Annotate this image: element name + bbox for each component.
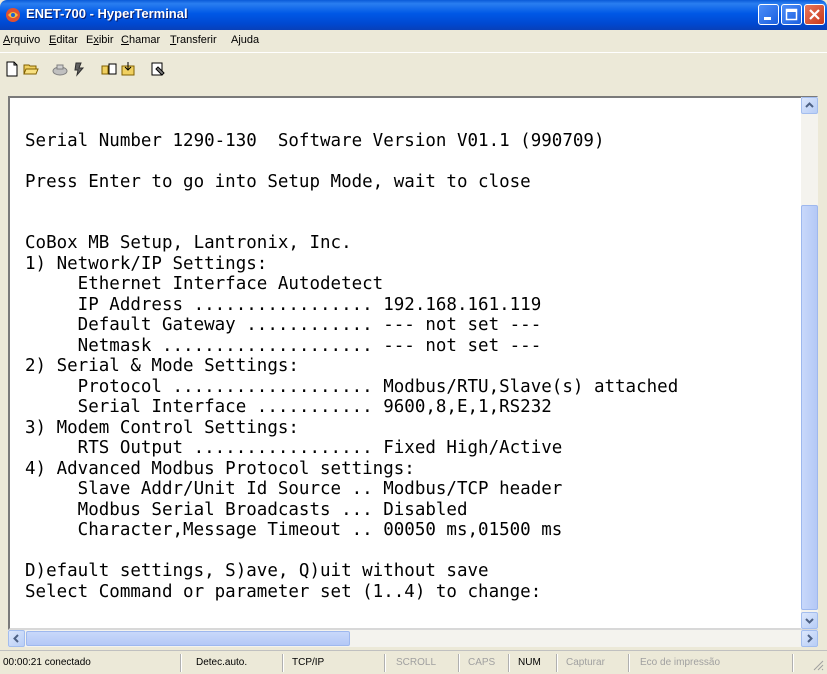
- close-icon: [809, 9, 820, 20]
- scroll-down-button[interactable]: [801, 612, 818, 629]
- menu-label-rest: rquivo: [10, 34, 41, 46]
- status-protocol: TCP/IP: [292, 657, 325, 668]
- open-folder-icon[interactable]: [23, 61, 39, 77]
- menu-transferir[interactable]: Transferir: [170, 34, 217, 46]
- status-divider: [556, 654, 558, 672]
- terminal-line: CoBox MB Setup, Lantronix, Inc.: [25, 233, 352, 253]
- status-divider: [792, 654, 794, 672]
- status-bar: 00:00:21 conectado Detec.auto. TCP/IP SC…: [0, 650, 827, 674]
- terminal-line: Ethernet Interface Autodetect: [25, 274, 384, 294]
- terminal-line: Serial Interface ........... 9600,8,E,1,…: [25, 397, 552, 417]
- scroll-left-button[interactable]: [8, 630, 25, 647]
- terminal-line: RTS Output ................. Fixed High/…: [25, 438, 563, 458]
- new-file-icon[interactable]: [4, 61, 20, 77]
- scroll-up-button[interactable]: [801, 97, 818, 114]
- terminal-line: Protocol ................... Modbus/RTU,…: [25, 376, 679, 397]
- status-num: NUM: [518, 657, 541, 668]
- title-bar[interactable]: ENET-700 - HyperTerminal: [0, 0, 827, 30]
- status-caps: CAPS: [468, 657, 496, 668]
- disconnect-icon[interactable]: [72, 61, 88, 77]
- terminal-line: Press Enter to go into Setup Mode, wait …: [25, 171, 531, 192]
- menu-label-rest: ditar: [56, 34, 78, 46]
- menu-editar[interactable]: Editar: [49, 34, 78, 46]
- menu-exibir[interactable]: Exibir: [86, 34, 114, 46]
- resize-grip-icon[interactable]: [812, 659, 824, 671]
- maximize-button[interactable]: [781, 4, 802, 25]
- terminal-line: 4) Advanced Modbus Protocol settings:: [25, 458, 415, 479]
- menu-ajuda[interactable]: Ajuda: [231, 34, 259, 46]
- minimize-icon: [764, 17, 771, 20]
- close-button[interactable]: [804, 4, 825, 25]
- terminal-line: Select Command or parameter set (1..4) t…: [25, 581, 542, 602]
- terminal-line: 3) Modem Control Settings:: [25, 417, 299, 438]
- properties-icon[interactable]: [150, 61, 166, 77]
- terminal-line: Character,Message Timeout .. 00050 ms,01…: [25, 520, 563, 540]
- scroll-right-button[interactable]: [801, 630, 818, 647]
- terminal-line: Slave Addr/Unit Id Source .. Modbus/TCP …: [25, 479, 563, 499]
- status-divider: [384, 654, 386, 672]
- status-connection: 00:00:21 conectado: [3, 657, 91, 668]
- horizontal-scroll-thumb[interactable]: [26, 631, 350, 646]
- vertical-scroll-thumb[interactable]: [801, 205, 818, 610]
- status-divider: [180, 654, 182, 672]
- menu-label-rest: ransferir: [176, 34, 217, 46]
- status-capture: Capturar: [566, 657, 605, 668]
- status-echo: Eco de impressão: [640, 657, 721, 668]
- status-divider: [458, 654, 460, 672]
- chevron-right-icon: [807, 634, 813, 643]
- menu-arquivo[interactable]: Arquivo: [3, 34, 40, 46]
- chevron-down-icon: [805, 618, 814, 624]
- menu-bar: Arquivo Editar Exibir Chamar Transferir …: [0, 30, 827, 52]
- send-icon[interactable]: [101, 61, 117, 77]
- terminal-line: 1) Network/IP Settings:: [25, 253, 268, 274]
- status-divider: [628, 654, 630, 672]
- terminal-line: D)efault settings, S)ave, Q)uit without …: [25, 561, 489, 581]
- status-detect: Detec.auto.: [196, 657, 248, 668]
- window-title: ENET-700 - HyperTerminal: [26, 6, 188, 21]
- receive-icon[interactable]: [120, 61, 136, 77]
- chevron-up-icon: [805, 102, 814, 108]
- terminal-line: Default Gateway ............ --- not set…: [25, 315, 542, 335]
- terminal-line: Modbus Serial Broadcasts ... Disabled: [25, 499, 468, 520]
- phone-connect-icon[interactable]: [52, 61, 68, 77]
- menu-label-rest: hamar: [128, 34, 161, 46]
- terminal-output: Serial Number 1290-130 Software Version …: [25, 110, 805, 602]
- chevron-left-icon: [13, 634, 19, 643]
- menu-chamar[interactable]: Chamar: [121, 34, 160, 46]
- terminal-line: IP Address ................. 192.168.161…: [25, 294, 542, 315]
- maximize-icon: [785, 8, 798, 21]
- status-scroll: SCROLL: [396, 657, 437, 668]
- status-divider: [508, 654, 510, 672]
- minimize-button[interactable]: [758, 4, 779, 25]
- status-divider: [282, 654, 284, 672]
- menu-label-rest: uda: [240, 34, 260, 46]
- menu-label-rest: ibir: [98, 34, 114, 46]
- toolbar: [0, 52, 827, 85]
- terminal-line: Netmask .................... --- not set…: [25, 335, 542, 356]
- menu-mnemonic: C: [121, 34, 129, 46]
- hyperterminal-app-icon: [6, 8, 20, 22]
- terminal-line: 2) Serial & Mode Settings:: [25, 356, 299, 376]
- terminal-line: Serial Number 1290-130 Software Version …: [25, 130, 605, 151]
